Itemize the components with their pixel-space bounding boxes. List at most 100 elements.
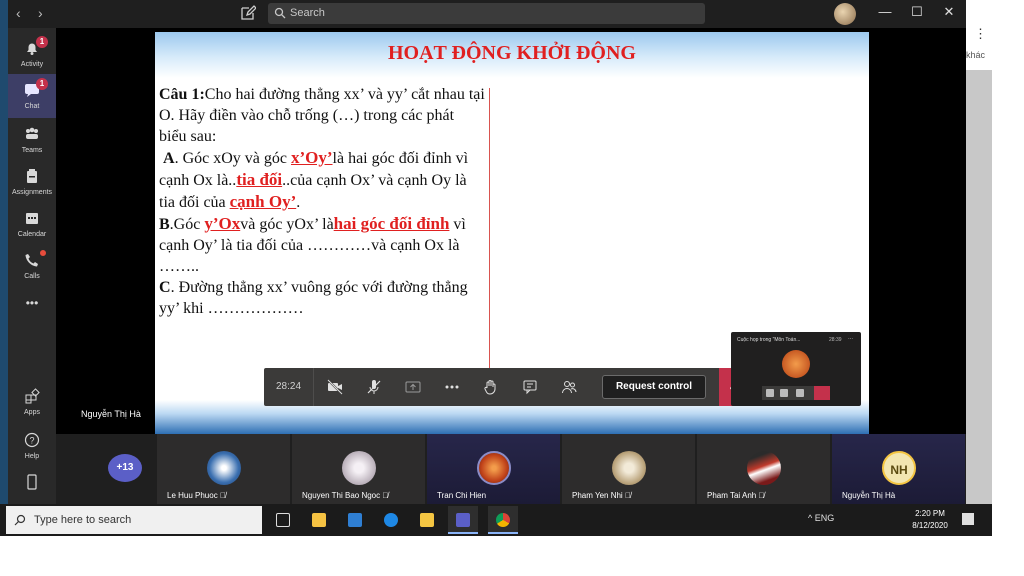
participants-button[interactable] bbox=[550, 368, 588, 406]
participant-tile-speaking[interactable]: Tran Chi Hien bbox=[427, 434, 560, 504]
participant-tile[interactable]: Nguyen Thi Bao Ngoc 🎙̸ bbox=[292, 434, 425, 504]
edge-icon bbox=[384, 513, 398, 527]
statement-b-text: và góc yOx’ là bbox=[240, 216, 334, 233]
clock-date: 8/12/2020 bbox=[912, 521, 948, 530]
rail-item-apps[interactable]: Apps bbox=[8, 380, 56, 424]
svg-text:?: ? bbox=[29, 436, 34, 446]
share-button[interactable] bbox=[394, 368, 432, 406]
forward-button[interactable]: › bbox=[38, 5, 43, 21]
rail-item-assignments[interactable]: Assignments bbox=[8, 160, 56, 204]
mini-camera-icon[interactable] bbox=[766, 389, 774, 397]
statement-a-text: . Góc xOy và góc bbox=[174, 150, 291, 167]
minimize-button[interactable]: — bbox=[870, 4, 900, 19]
new-chat-icon[interactable] bbox=[240, 5, 256, 21]
participant-avatar bbox=[612, 451, 646, 485]
mini-share-icon[interactable] bbox=[796, 389, 804, 397]
mini-more-icon[interactable]: ... bbox=[848, 335, 853, 341]
participant-tile[interactable]: Pham Yen Nhi 🎙̸ bbox=[562, 434, 695, 504]
app-rail: 1 Activity 1 Chat Teams Assignments Cale… bbox=[8, 28, 56, 504]
taskbar-app-chrome[interactable] bbox=[488, 506, 518, 534]
profile-avatar[interactable] bbox=[834, 3, 856, 25]
question-paragraph: Câu 1:Cho hai đường thẳng xx’ và yy’ cắt… bbox=[159, 84, 485, 147]
search-input[interactable]: Search bbox=[268, 3, 705, 24]
title-bar: ‹ › Search — ☐ ✕ bbox=[8, 0, 966, 28]
calendar-icon bbox=[26, 213, 38, 224]
participant-name-text: Pham Yen Nhi bbox=[572, 491, 623, 500]
muted-mic-icon: 🎙̸ bbox=[219, 491, 226, 500]
participant-name-text: Nguyen Thi Bao Ngoc bbox=[302, 491, 381, 500]
search-icon bbox=[14, 514, 26, 526]
taskbar-app-teams[interactable] bbox=[448, 506, 478, 534]
back-button[interactable]: ‹ bbox=[16, 5, 21, 21]
taskbar-search-input[interactable]: Type here to search bbox=[6, 506, 262, 534]
calls-indicator bbox=[40, 250, 46, 256]
windows-taskbar: Type here to search ^ ENG 2:20 PM 8/12/2… bbox=[0, 504, 992, 536]
system-tray[interactable]: ^ ENG bbox=[808, 513, 834, 523]
mic-off-icon bbox=[367, 380, 381, 394]
rail-label-help: Help bbox=[24, 453, 40, 460]
muted-mic-icon: 🎙̸ bbox=[382, 491, 389, 500]
rail-label-calls: Calls bbox=[24, 273, 40, 280]
rail-item-calendar[interactable]: Calendar bbox=[8, 202, 56, 246]
more-participants-button[interactable]: +13 bbox=[108, 454, 142, 482]
more-apps-icon: ••• bbox=[25, 296, 39, 310]
clock-time: 2:20 PM bbox=[915, 509, 945, 518]
mini-meeting-time: 28:39 bbox=[829, 337, 842, 343]
participant-name: Tran Chi Hien bbox=[437, 491, 486, 500]
more-actions-button[interactable] bbox=[433, 368, 471, 406]
close-button[interactable]: ✕ bbox=[934, 4, 964, 20]
background-window-edge: ⋮ khác bbox=[966, 0, 1024, 536]
rail-label-assignments: Assignments bbox=[11, 189, 53, 196]
notification-icon[interactable] bbox=[962, 513, 974, 525]
task-view-button[interactable] bbox=[268, 506, 298, 534]
taskbar-app-store[interactable] bbox=[304, 506, 334, 534]
rail-item-chat[interactable]: 1 Chat bbox=[8, 74, 56, 118]
maximize-button[interactable]: ☐ bbox=[902, 4, 932, 20]
chat-toggle-button[interactable] bbox=[511, 368, 549, 406]
taskbar-app-explorer[interactable] bbox=[412, 506, 442, 534]
participant-tile[interactable]: Pham Tai Anh 🎙̸ bbox=[697, 434, 830, 504]
request-control-button[interactable]: Request control bbox=[602, 375, 706, 399]
slide-body: Câu 1:Cho hai đường thẳng xx’ và yy’ cắt… bbox=[159, 84, 485, 319]
search-placeholder: Search bbox=[290, 7, 325, 19]
help-icon: ? bbox=[24, 432, 40, 448]
apps-icon bbox=[25, 388, 40, 404]
mini-mic-icon[interactable] bbox=[780, 389, 788, 397]
more-options-icon[interactable]: ⋮ bbox=[974, 26, 987, 42]
background-text: khác bbox=[966, 50, 986, 60]
rail-item-calls[interactable]: Calls bbox=[8, 244, 56, 288]
mini-participant-avatar bbox=[782, 350, 810, 378]
statement-a-text: . bbox=[296, 194, 301, 211]
rail-more[interactable]: ••• bbox=[8, 286, 56, 330]
participant-name: Nguyen Thi Bao Ngoc 🎙̸ bbox=[302, 491, 388, 500]
camera-toggle-button[interactable] bbox=[316, 368, 354, 406]
raise-hand-button[interactable] bbox=[472, 368, 510, 406]
statement-a-label: A bbox=[163, 150, 175, 167]
share-screen-icon bbox=[405, 381, 421, 393]
rail-item-activity[interactable]: 1 Activity bbox=[8, 32, 56, 76]
participant-name: Nguyễn Thị Hà bbox=[842, 491, 895, 500]
participant-name-text: Tran Chi Hien bbox=[437, 491, 487, 500]
rail-item-help[interactable]: ? Help bbox=[8, 424, 56, 468]
taskbar-app-mail[interactable] bbox=[340, 506, 370, 534]
mobile-icon bbox=[27, 474, 37, 490]
participant-tile-speaking[interactable]: NH Nguyễn Thị Hà bbox=[832, 434, 965, 504]
mic-toggle-button[interactable] bbox=[355, 368, 393, 406]
rail-item-teams[interactable]: Teams bbox=[8, 118, 56, 162]
activity-badge: 1 bbox=[36, 36, 48, 48]
mini-controls bbox=[762, 386, 830, 400]
background-window-panel bbox=[966, 70, 992, 504]
question-text: Cho hai đường thẳng xx’ và yy’ cắt nhau … bbox=[159, 86, 485, 145]
answer-a-1: x’Oy’ bbox=[290, 148, 333, 167]
participant-tile[interactable]: Le Huu Phuoc 🎙̸ bbox=[157, 434, 290, 504]
taskbar-clock[interactable]: 2:20 PM 8/12/2020 bbox=[906, 508, 954, 532]
store-icon bbox=[312, 513, 326, 527]
taskbar-app-edge[interactable] bbox=[376, 506, 406, 534]
participant-name: Pham Tai Anh 🎙̸ bbox=[707, 491, 764, 500]
rail-label-apps: Apps bbox=[24, 409, 40, 416]
participant-avatar bbox=[207, 451, 241, 485]
mini-hang-up-button[interactable] bbox=[814, 386, 830, 400]
answer-b-1: y’Ox bbox=[204, 214, 241, 233]
mini-meeting-window[interactable]: Cuộc họp trong "Môn Toán... 28:39 ... bbox=[731, 332, 861, 406]
presenter-name: Nguyễn Thị Hà bbox=[81, 409, 141, 419]
